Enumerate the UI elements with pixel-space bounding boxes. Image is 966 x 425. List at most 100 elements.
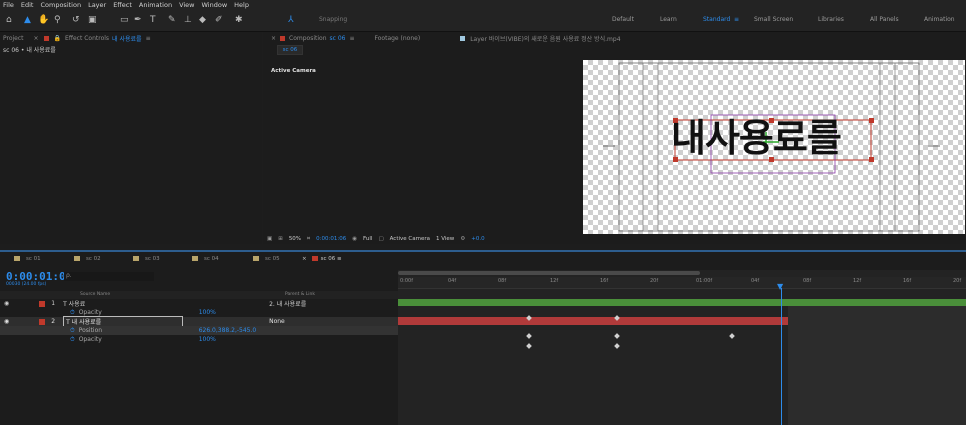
snapshot-icon[interactable]: ⌗ xyxy=(307,236,310,243)
workspace-all-panels[interactable]: All Panels xyxy=(870,16,899,23)
tab-sc05[interactable]: sc 05 xyxy=(253,256,280,262)
eraser-tool-icon[interactable]: ◆ xyxy=(199,14,206,26)
workspace-menu-icon[interactable]: ≡ xyxy=(734,16,739,23)
menu-view[interactable]: View xyxy=(179,1,194,9)
menu-file[interactable]: File xyxy=(3,1,14,9)
viewer-timecode[interactable]: 0:00:01:06 xyxy=(316,236,346,242)
ruler-tick: 08f xyxy=(803,278,812,284)
workspace-small-screen[interactable]: Small Screen xyxy=(754,16,793,23)
label-color-icon[interactable] xyxy=(39,300,46,307)
parent-dropdown[interactable]: None xyxy=(269,318,285,325)
timeline-graph[interactable]: 0:00f 04f 08f 12f 16f 20f 01:00f 04f 08f… xyxy=(398,270,966,425)
panel-menu-icon[interactable]: ≡ xyxy=(146,35,151,42)
rectangle-tool-icon[interactable]: ▭ xyxy=(120,14,129,26)
comp-color-icon xyxy=(14,256,20,261)
camera-tool-icon[interactable]: ▣ xyxy=(88,14,97,26)
exposure-value[interactable]: +0.0 xyxy=(471,236,484,242)
axis-tool-icon[interactable]: ⅄ xyxy=(288,14,294,26)
grid-icon[interactable]: ⊞ xyxy=(278,236,283,242)
label-color-icon[interactable] xyxy=(39,318,46,325)
menu-edit[interactable]: Edit xyxy=(21,1,34,9)
hand-tool-icon[interactable]: ✋ xyxy=(38,14,49,26)
tab-sc02[interactable]: sc 02 xyxy=(74,256,101,262)
tab-layer[interactable]: Layer 바이브(VIBE)의 새로운 음원 사용료 정산 방식.mp4 xyxy=(470,34,620,43)
close-icon[interactable]: × xyxy=(34,35,39,42)
workspace-standard[interactable]: Standard xyxy=(703,16,730,23)
work-area-bar[interactable] xyxy=(398,271,700,275)
col-parent-link[interactable]: Parent & Link xyxy=(285,292,315,297)
workspace-default[interactable]: Default xyxy=(612,16,634,23)
stamp-tool-icon[interactable]: ⊥ xyxy=(184,14,192,26)
zoom-tool-icon[interactable]: ⚲ xyxy=(54,14,61,26)
workspace-libraries[interactable]: Libraries xyxy=(818,16,844,23)
tab-sc03[interactable]: sc 03 xyxy=(133,256,160,262)
keyframe[interactable] xyxy=(614,343,620,349)
layer-name[interactable]: T 사용료 xyxy=(63,299,183,308)
roto-tool-icon[interactable]: ✐ xyxy=(215,14,223,26)
property-row-opacity[interactable]: ⏱ Opacity 100% xyxy=(0,308,398,317)
type-tool-icon[interactable]: T xyxy=(150,14,156,26)
keyframe[interactable] xyxy=(526,333,532,339)
region-icon[interactable]: ▣ xyxy=(267,236,272,242)
property-row-opacity[interactable]: ⏱ Opacity 100% xyxy=(0,335,398,344)
visibility-icon[interactable]: ◉ xyxy=(4,318,9,325)
timeline-search-input[interactable]: ρ. xyxy=(64,272,154,281)
tab-project[interactable]: Project xyxy=(3,35,24,42)
selection-tool-icon[interactable]: ▲ xyxy=(24,14,31,26)
home-icon[interactable]: ⌂ xyxy=(6,14,12,26)
playhead-icon[interactable]: ▼ xyxy=(777,283,783,291)
property-value[interactable]: 100% xyxy=(199,309,216,316)
keyframe[interactable] xyxy=(526,343,532,349)
views-dropdown[interactable]: 1 View xyxy=(436,236,454,242)
layer-row-2[interactable]: ◉ 2 T 내 사용료를 None xyxy=(0,316,398,327)
tab-effect-controls[interactable]: Effect Controls xyxy=(65,35,109,42)
time-ruler[interactable]: 0:00f 04f 08f 12f 16f 20f 01:00f 04f 08f… xyxy=(398,277,966,289)
tab-sc06[interactable]: × sc 06 ≡ xyxy=(302,256,342,262)
resolution-dropdown[interactable]: Full xyxy=(363,236,372,242)
parent-dropdown[interactable]: 2. 내 사용료를 xyxy=(269,299,306,308)
comp-viewer[interactable]: 내사용료를 xyxy=(583,60,965,234)
layer-1-bar[interactable] xyxy=(398,299,966,306)
stopwatch-icon[interactable]: ⏱ xyxy=(70,327,75,335)
tab-sc04[interactable]: sc 04 xyxy=(192,256,219,262)
close-icon[interactable]: × xyxy=(271,35,276,42)
timeline-panel: sc 01 sc 02 sc 03 sc 04 sc 05 × sc 06 ≡ 0… xyxy=(0,250,966,425)
tab-sc01[interactable]: sc 01 xyxy=(14,256,41,262)
keyframe[interactable] xyxy=(729,333,735,339)
menu-window[interactable]: Window xyxy=(202,1,228,9)
menu-animation[interactable]: Animation xyxy=(139,1,172,9)
property-value[interactable]: 626.0,388.2,-545.0 xyxy=(199,327,257,334)
keyframe[interactable] xyxy=(614,333,620,339)
fast-preview-icon[interactable]: ⚙ xyxy=(460,236,465,242)
rotate-tool-icon[interactable]: ↺ xyxy=(72,14,80,26)
zoom-dropdown[interactable]: 50% xyxy=(289,236,301,242)
menu-effect[interactable]: Effect xyxy=(113,1,132,9)
playhead-line[interactable] xyxy=(781,288,782,425)
pen-tool-icon[interactable]: ✒ xyxy=(134,14,142,26)
stopwatch-icon[interactable]: ⏱ xyxy=(70,336,75,344)
comp-name[interactable]: sc 06 xyxy=(330,35,346,42)
snapping-label[interactable]: Snapping xyxy=(319,16,347,23)
property-row-position[interactable]: ⏱ Position 626.0,388.2,-545.0 xyxy=(0,326,398,335)
panel-menu-icon[interactable]: ≡ xyxy=(349,35,354,42)
puppet-tool-icon[interactable]: ✱ xyxy=(235,14,243,26)
camera-dropdown[interactable]: Active Camera xyxy=(390,236,430,242)
menu-layer[interactable]: Layer xyxy=(88,1,106,9)
menu-composition[interactable]: Composition xyxy=(40,1,81,9)
effect-layer-name[interactable]: 내 사용료를 xyxy=(112,34,142,43)
roi-icon[interactable]: ▢ xyxy=(378,236,383,242)
menu-help[interactable]: Help xyxy=(234,1,249,9)
property-value[interactable]: 100% xyxy=(199,336,216,343)
ruler-tick: 12f xyxy=(550,278,559,284)
tab-composition[interactable]: Composition xyxy=(289,35,326,42)
lock-icon[interactable]: 🔒 xyxy=(54,35,61,42)
workspace-animation[interactable]: Animation xyxy=(924,16,955,23)
brush-tool-icon[interactable]: ✎ xyxy=(168,14,176,26)
workspace-learn[interactable]: Learn xyxy=(660,16,677,23)
visibility-icon[interactable]: ◉ xyxy=(4,300,9,307)
camera-icon[interactable]: ◉ xyxy=(352,236,357,242)
col-source-name[interactable]: Source Name xyxy=(80,292,110,297)
comp-breadcrumb[interactable]: sc 06 xyxy=(277,45,303,55)
layer-row-1[interactable]: ◉ 1 T 사용료 2. 내 사용료를 xyxy=(0,299,398,308)
tab-footage[interactable]: Footage (none) xyxy=(375,35,421,42)
